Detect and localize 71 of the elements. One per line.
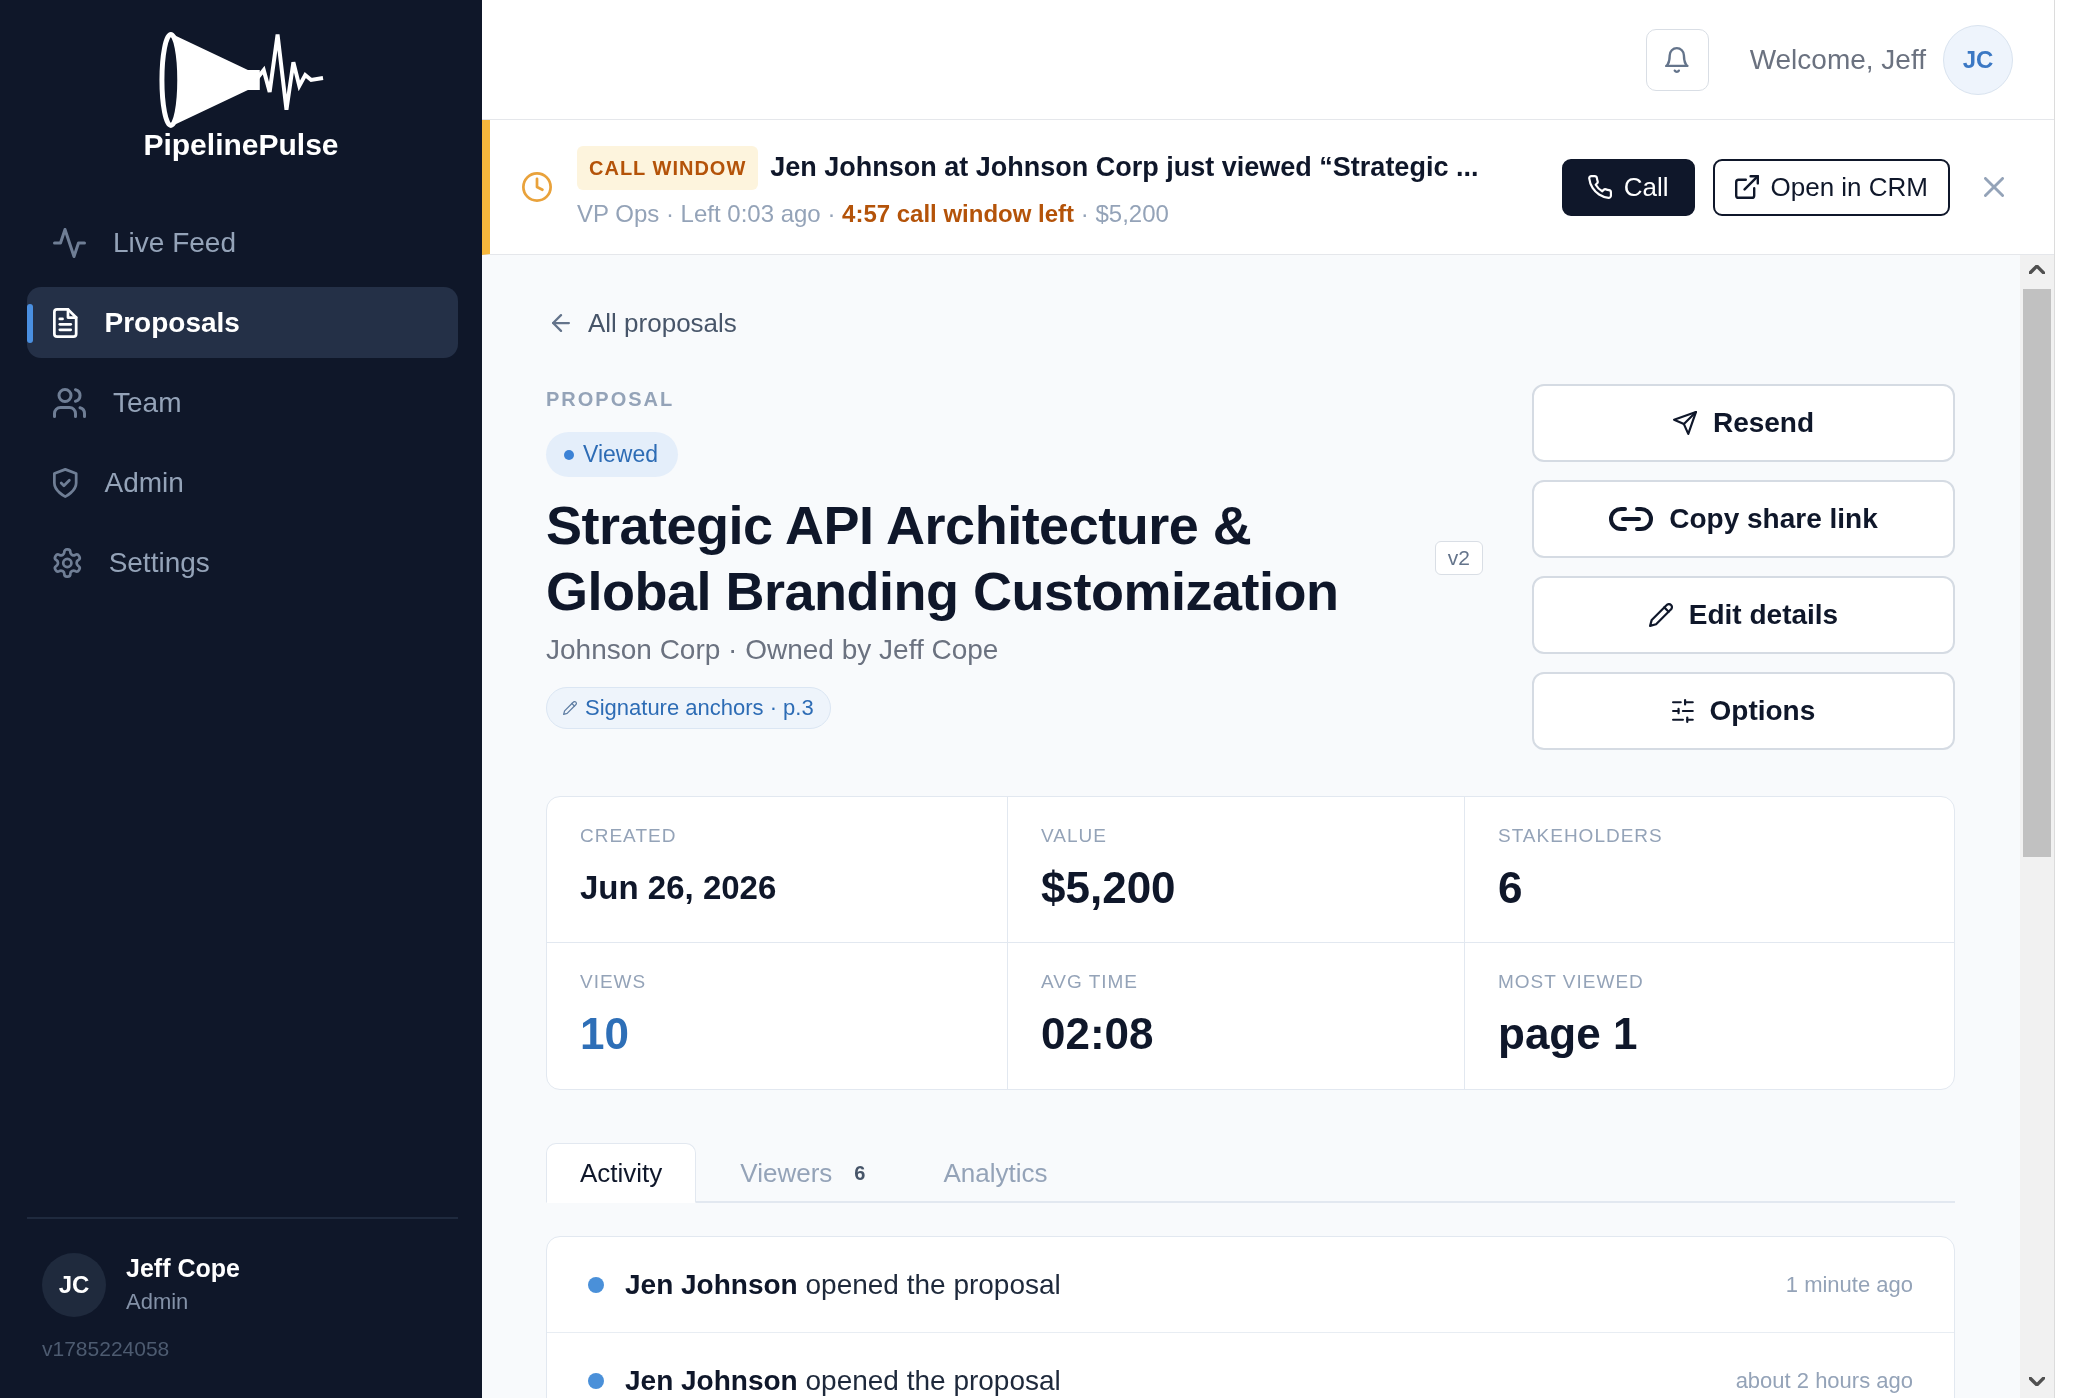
close-icon[interactable]	[1984, 177, 2004, 197]
activity-time: about 2 hours ago	[1735, 1367, 1913, 1394]
action-button[interactable]: Resend	[1532, 384, 1955, 462]
scrollbar-thumb[interactable]	[2023, 289, 2051, 857]
stat-label: VALUE	[1041, 824, 1108, 848]
stat-value: 6	[1498, 862, 1524, 914]
welcome-text: Welcome, Jeff	[1749, 43, 1926, 76]
status-dot-icon	[564, 449, 574, 460]
stat-label: MOST VIEWED	[1498, 970, 1645, 994]
pulse-icon	[53, 227, 86, 258]
section-label: PROPOSAL	[546, 387, 675, 411]
stat-label: STAKEHOLDERS	[1498, 824, 1664, 848]
users-icon	[53, 387, 86, 418]
activity-dot-icon	[588, 1276, 604, 1293]
pencil-icon	[1648, 603, 1673, 627]
action-button[interactable]: Copy share link	[1532, 480, 1955, 558]
clock-icon	[522, 172, 552, 202]
stat-label: CREATED	[580, 824, 678, 848]
sidebar-nav-item[interactable]: Proposals	[27, 287, 458, 358]
sidebar-nav-item[interactable]: Settings	[27, 527, 458, 598]
sidebar-nav-item[interactable]: Team	[27, 367, 458, 438]
sidebar-nav-item[interactable]: Live Feed	[27, 207, 458, 278]
activity-dot-icon	[588, 1372, 604, 1389]
proposal-title: Strategic API Architecture & Global Branding Customization	[546, 494, 1340, 623]
phone-icon	[1587, 175, 1612, 199]
alert-headline: Jen Johnson at Johnson Corp just viewed “Strategic ...	[770, 152, 1479, 183]
tab[interactable]: Activity	[546, 1143, 697, 1203]
version-tag: v2	[1434, 541, 1483, 575]
alert-details: VP Ops · Left 0:03 ago · 4:57 call window left · $5,200	[577, 198, 1170, 229]
action-button[interactable]: Options	[1532, 672, 1955, 750]
open-crm-button[interactable]: Open in CRM	[1712, 158, 1950, 216]
scroll-up-icon[interactable]	[2029, 265, 2045, 274]
action-button[interactable]: Edit details	[1532, 576, 1955, 654]
external-link-icon	[1734, 175, 1759, 199]
tab-count: 6	[854, 1161, 866, 1185]
send-icon	[1672, 411, 1697, 435]
activity-text: Jen Johnson opened the proposal	[625, 1364, 1061, 1397]
activity-time: 1 minute ago	[1785, 1271, 1913, 1298]
scroll-down-icon[interactable]	[2029, 1377, 2045, 1386]
call-button[interactable]: Call	[1561, 158, 1695, 216]
stat-value: $5,200	[1041, 862, 1177, 914]
bell-icon	[1665, 46, 1689, 73]
pen-icon	[563, 701, 577, 715]
call-window-badge: CALL WINDOW	[577, 145, 759, 190]
status-text: Viewed	[583, 441, 659, 468]
signature-anchors-text: Signature anchors · p.3	[585, 695, 814, 721]
shield-check-icon	[53, 467, 78, 498]
proposal-subtitle: Johnson Corp · Owned by Jeff Cope	[546, 633, 999, 667]
stat-value: 10	[580, 1008, 630, 1060]
user-avatar-button[interactable]: JC	[1943, 24, 2013, 95]
megaphone-logo-icon	[157, 30, 325, 130]
back-link[interactable]: All proposals	[546, 305, 737, 341]
link-icon	[1609, 507, 1654, 531]
user-avatar: JC	[42, 1253, 106, 1317]
stat-label: VIEWS	[580, 970, 648, 994]
activity-text: Jen Johnson opened the proposal	[625, 1268, 1061, 1301]
settings-icon	[53, 547, 82, 578]
user-role: Admin	[126, 1288, 190, 1316]
stat-value: page 1	[1498, 1008, 1639, 1060]
stat-value: Jun 26, 2026	[580, 868, 778, 908]
logo-text: PipelinePulse	[143, 128, 339, 162]
stat-value: 02:08	[1041, 1008, 1155, 1060]
document-icon	[53, 307, 78, 338]
notifications-button[interactable]	[1645, 28, 1709, 91]
tab[interactable]: Viewers 6	[706, 1143, 900, 1203]
sidebar-nav-item[interactable]: Admin	[27, 447, 458, 518]
sliders-icon	[1671, 699, 1694, 723]
version-label: v1785224058	[42, 1336, 170, 1362]
user-name: Jeff Cope	[126, 1253, 240, 1284]
active-indicator	[27, 304, 33, 343]
stat-label: AVG TIME	[1041, 970, 1140, 994]
